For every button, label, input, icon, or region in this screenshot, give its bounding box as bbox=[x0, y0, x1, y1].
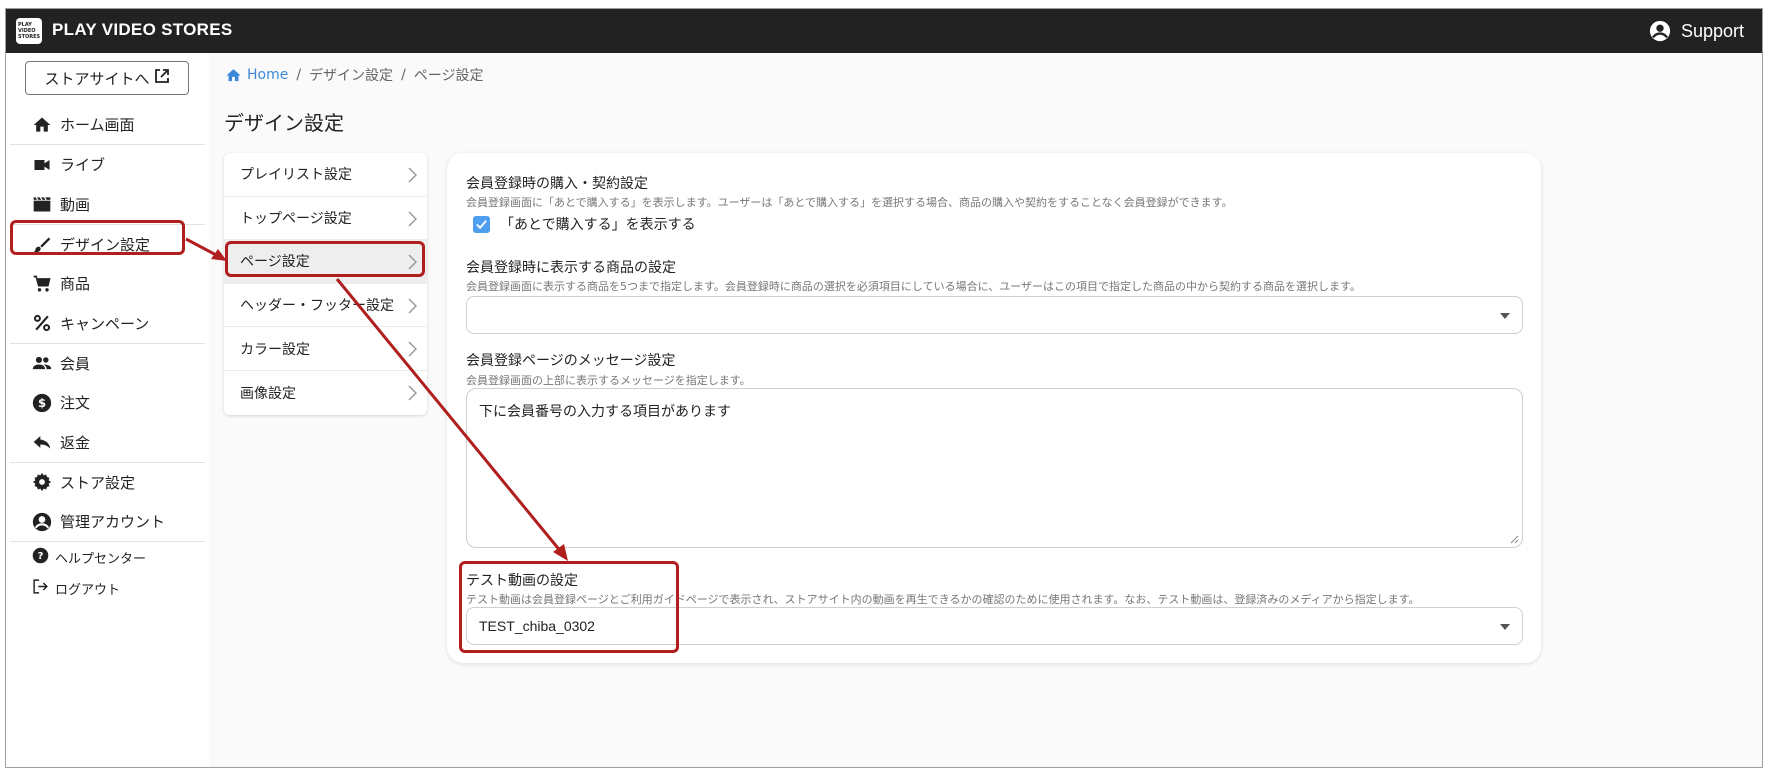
app-window: PLAY VIDEO STORES PLAY VIDEO STORES Supp… bbox=[5, 8, 1763, 768]
annotation-arrows bbox=[185, 237, 568, 561]
